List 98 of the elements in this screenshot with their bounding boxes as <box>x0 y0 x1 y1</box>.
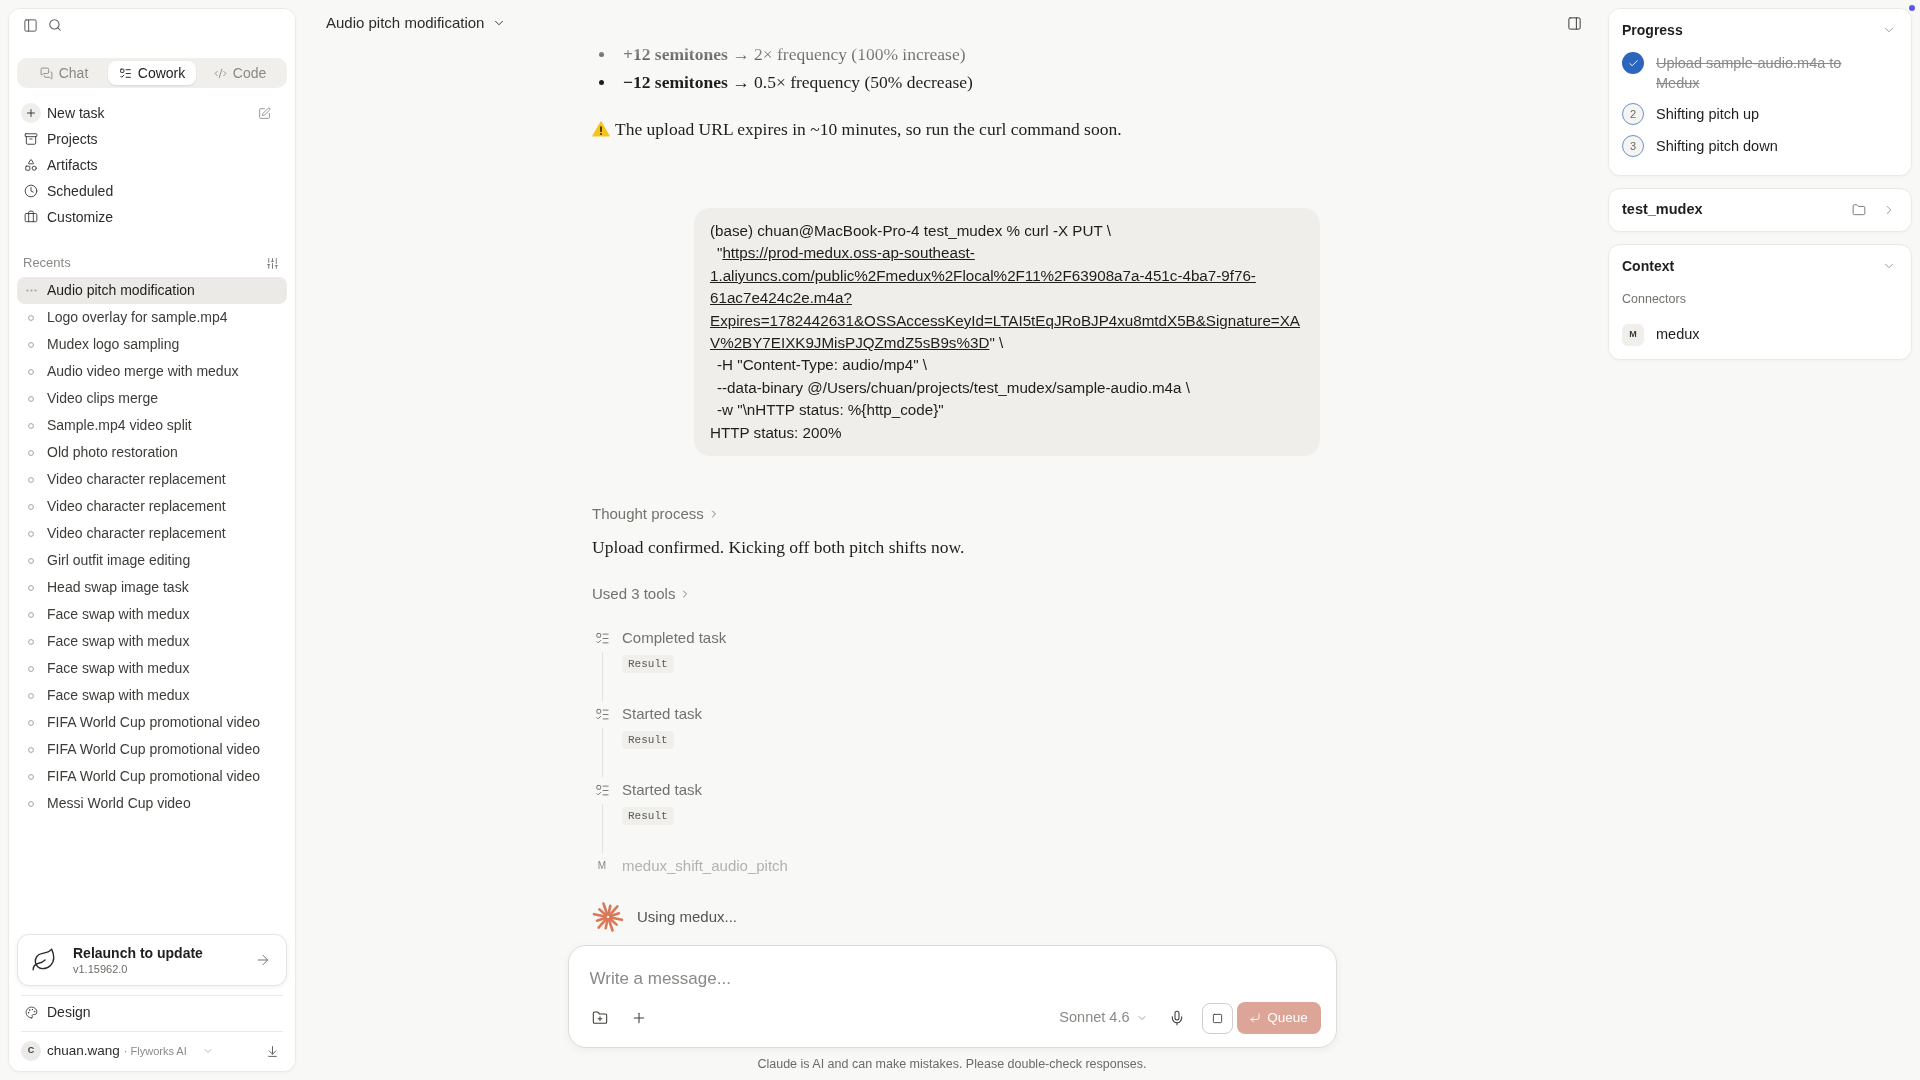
step-number: 3 <box>1622 135 1644 157</box>
connector-logo: M <box>597 860 607 873</box>
bullet-icon <box>599 79 604 85</box>
folder-icon[interactable] <box>1852 203 1866 217</box>
user-name: chuan.wang <box>47 1041 120 1060</box>
filter-icon[interactable] <box>266 256 279 270</box>
recent-item[interactable]: Video character replacement <box>17 466 287 493</box>
briefcase-icon <box>24 210 38 224</box>
design-button[interactable]: Design <box>17 1000 287 1024</box>
nav-item[interactable]: Customize <box>17 204 287 230</box>
clock-icon <box>24 184 38 198</box>
search-icon[interactable] <box>48 18 62 32</box>
recent-item[interactable]: Face swap with medux <box>17 655 287 682</box>
list-item-text: −12 semitones → 0.5× frequency (50% decrease) <box>623 71 973 94</box>
download-icon[interactable] <box>266 1044 279 1058</box>
recent-item[interactable]: Video character replacement <box>17 493 287 520</box>
assistant-reply: Upload confirmed. Kicking off both pitch shifts now. <box>592 536 966 560</box>
warning-icon <box>592 121 610 137</box>
command-text: -w "\nHTTP status: %{http_code}" <box>716 400 945 421</box>
sidebar-toggle-icon[interactable] <box>23 17 38 33</box>
recent-item[interactable]: Sample.mp4 video split <box>17 412 287 439</box>
recent-item[interactable]: FIFA World Cup promotional video <box>17 736 287 763</box>
box-icon <box>24 132 38 146</box>
disclaimer-text: Claude is AI and can make mistakes. Please double-check responses. <box>757 1055 1147 1073</box>
palette-icon <box>24 1005 38 1019</box>
checklist-icon <box>594 782 610 798</box>
recent-item[interactable]: Audio pitch modification <box>17 277 287 304</box>
recent-item[interactable]: FIFA World Cup promotional video <box>17 709 287 736</box>
user-avatar[interactable]: C <box>21 1041 41 1061</box>
folder-name: test_mudex <box>1622 200 1704 220</box>
enter-icon <box>1249 1012 1262 1024</box>
recent-item[interactable]: Video character replacement <box>17 520 287 547</box>
result-button[interactable]: Result <box>622 655 674 674</box>
chat-bubbles-icon <box>39 66 53 80</box>
model-selector[interactable]: Sonnet 4.6 <box>1051 1002 1156 1034</box>
section-label: Recents <box>23 254 71 273</box>
section-label: Connectors <box>1622 291 1687 307</box>
recent-item[interactable]: FIFA World Cup promotional video <box>17 763 287 790</box>
message-input[interactable]: Write a message... <box>578 962 1326 996</box>
card-title: Context <box>1622 256 1675 276</box>
nav-item[interactable]: New task <box>17 100 258 126</box>
stop-button[interactable] <box>1201 1002 1233 1034</box>
leaf-icon <box>31 947 57 973</box>
shapes-icon <box>24 158 38 172</box>
checklist-icon <box>594 706 610 722</box>
bullet-icon <box>599 51 604 57</box>
recent-item[interactable]: Face swap with medux <box>17 628 287 655</box>
code-icon <box>213 66 227 80</box>
result-button[interactable]: Result <box>622 731 674 750</box>
progress-step-label: Upload sample-audio.m4a to Medux <box>1656 54 1843 93</box>
step-number: 2 <box>1622 103 1644 125</box>
progress-step-label: Shifting pitch down <box>1656 137 1779 156</box>
command-text: --data-binary @/Users/chuan/projects/test_mudex/sample-audio.m4a \ <box>716 377 1191 398</box>
status-text: Using medux... <box>637 906 738 927</box>
card-title: Progress <box>1622 20 1683 40</box>
organization-label: · Flyworks AI <box>123 1043 187 1059</box>
relaunch-update-button[interactable]: Relaunch to update v1.15962.0 <box>17 934 287 986</box>
recent-item[interactable]: Mudex logo sampling <box>17 331 287 358</box>
warning-text: The upload URL expires in ~10 minutes, so run the curl command soon. <box>615 118 1122 141</box>
recent-item[interactable]: Girl outfit image editing <box>17 547 287 574</box>
recent-item[interactable]: Video clips merge <box>17 385 287 412</box>
tool-step-label: medux_shift_audio_pitch <box>622 856 788 877</box>
starburst-icon <box>592 901 624 934</box>
command-text: HTTP status: 200% <box>710 422 843 443</box>
mode-tab[interactable]: Cowork <box>108 61 196 85</box>
tool-step-label: Started task <box>622 704 703 725</box>
nav-item[interactable]: Projects <box>17 126 287 152</box>
tool-step-label: Started task <box>622 780 703 801</box>
chat-title-dropdown[interactable]: Audio pitch modification <box>326 11 507 35</box>
nav-item[interactable]: Artifacts <box>17 152 287 178</box>
list-item-text: +12 semitones → 2× frequency (100% increase) <box>623 43 966 66</box>
connector-logo: M <box>1622 324 1644 346</box>
recent-item[interactable]: Old photo restoration <box>17 439 287 466</box>
folder-card[interactable]: test_mudex <box>1608 188 1912 232</box>
thought-process-toggle[interactable]: Thought process <box>592 504 720 525</box>
recent-item[interactable]: Messi World Cup video <box>17 790 287 817</box>
checklist-icon <box>118 66 132 80</box>
recent-item[interactable]: Face swap with medux <box>17 601 287 628</box>
progress-step-label: Shifting pitch up <box>1656 105 1761 124</box>
checklist-icon <box>594 630 610 646</box>
recent-item[interactable]: Logo overlay for sample.mp4 <box>17 304 287 331</box>
command-text: "https://prod-medux.oss-ap-southeast-1.aliyuncs.com/public%2Fmedux%2Flocal%2F11%2F63908a7a-451c-4ba7-9f76-61ac7e424c2e.m4a?Expires=1782442631&OSSAccessKeyId=LTAI5tEqJRoBJP4xu8mtdX5B&Signature=XAV%2BY7EIXK9JMisPJQZmdZ5sB9s%3D" \ <box>710 243 1301 354</box>
command-text: (base) chuan@MacBook-Pro-4 test_mudex % curl -X PUT \ <box>710 221 1112 241</box>
nav-item[interactable]: Scheduled <box>17 178 287 204</box>
result-button[interactable]: Result <box>622 807 674 826</box>
folder-plus-icon <box>591 1010 608 1026</box>
plus-icon <box>21 103 41 123</box>
recent-item[interactable]: Audio video merge with medux <box>17 358 287 385</box>
connector-name: medux <box>1656 325 1700 345</box>
recent-item[interactable]: Head swap image task <box>17 574 287 601</box>
command-text: -H "Content-Type: audio/mp4" \ <box>716 355 928 376</box>
tools-toggle[interactable]: Used 3 tools <box>592 584 692 605</box>
recent-item[interactable]: Face swap with medux <box>17 682 287 709</box>
tool-step-label: Completed task <box>622 628 727 649</box>
panel-toggle-icon[interactable] <box>1567 15 1582 31</box>
stop-icon <box>1211 1012 1223 1024</box>
compose-icon[interactable] <box>258 106 271 120</box>
arrow-right-icon <box>255 952 271 968</box>
